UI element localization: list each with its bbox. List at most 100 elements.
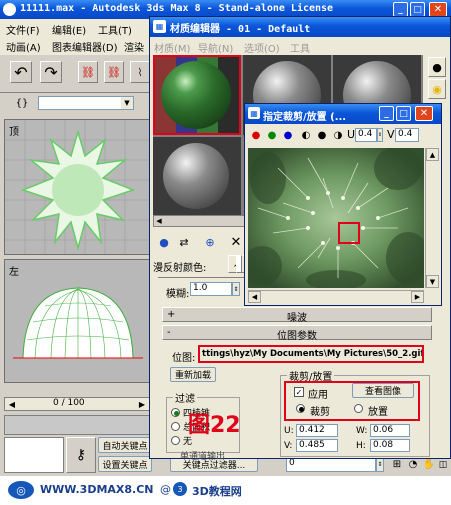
pan-icon[interactable]: ✋: [422, 457, 436, 472]
menu-tools[interactable]: 工具(T): [98, 22, 132, 37]
filter-pyramidal-radio[interactable]: [171, 408, 180, 417]
bind-space-warp-icon[interactable]: ⌇: [130, 61, 150, 83]
sample-slots-scrollbar[interactable]: ◀: [153, 215, 249, 227]
w-field[interactable]: 0.06: [370, 424, 410, 437]
bitmap-params-rollout[interactable]: - 位图参数: [162, 325, 432, 342]
key-icon[interactable]: ⚷: [66, 437, 96, 473]
scroll-left-icon[interactable]: ◀: [154, 216, 164, 226]
noise-rollout[interactable]: + 噪波: [162, 307, 432, 324]
main-minimize-button[interactable]: _: [393, 2, 408, 17]
current-frame-field[interactable]: 0: [286, 457, 376, 472]
crop-minimize-button[interactable]: _: [379, 106, 394, 121]
crop-window-hscrollbar[interactable]: ◀ ▶: [248, 290, 424, 303]
main-maximize-button[interactable]: □: [410, 2, 425, 17]
set-key-button[interactable]: 设置关键点: [98, 456, 152, 472]
sample-slot-1[interactable]: [153, 55, 241, 135]
reset-map-icon[interactable]: ✕: [227, 233, 245, 251]
menu-animation[interactable]: 动画(A): [6, 39, 41, 54]
timeline-next-arrow-icon[interactable]: ▶: [136, 398, 148, 410]
crop-maximize-button[interactable]: □: [396, 106, 411, 121]
backlight-icon[interactable]: ◉: [428, 79, 446, 99]
sample-type-icon[interactable]: ●: [428, 57, 446, 77]
watermark-url: WWW.3DMAX8.CN: [40, 483, 154, 496]
crop-close-button[interactable]: ✕: [415, 106, 433, 121]
select-link-icon[interactable]: ⛓: [78, 61, 98, 83]
put-to-scene-icon[interactable]: ⇄: [175, 233, 193, 251]
filter-none-radio[interactable]: [171, 436, 180, 445]
figure-caption: 图22: [188, 413, 241, 438]
named-selection-icon[interactable]: {}: [10, 95, 34, 111]
blur-field[interactable]: 1.0: [190, 282, 232, 296]
me-menu-material[interactable]: 材质(M): [154, 40, 190, 55]
cactus-texture-image[interactable]: [248, 148, 424, 288]
get-material-icon[interactable]: ●: [155, 233, 173, 251]
track-bar[interactable]: [4, 415, 150, 435]
crop-v-field[interactable]: 0.4: [395, 128, 419, 142]
watermark-site-name: 3D教程网: [192, 485, 242, 498]
h-field[interactable]: 0.08: [370, 439, 410, 452]
crop-u-spinner-icon[interactable]: ⇕: [377, 128, 383, 142]
bitmap-label: 位图:: [172, 353, 196, 364]
material-editor-app-icon: ▦: [153, 20, 166, 33]
filter-summed-area-radio[interactable]: [171, 422, 180, 431]
reload-button[interactable]: 重新加载: [170, 367, 216, 382]
crop-region-marker[interactable]: [338, 222, 360, 244]
view-image-button[interactable]: 查看图像: [352, 383, 414, 398]
unlink-icon[interactable]: ⛓: [104, 61, 124, 83]
v-field[interactable]: 0.485: [296, 439, 338, 452]
main-close-button[interactable]: ✕: [429, 2, 447, 17]
crop-u-field[interactable]: 0.4: [355, 128, 377, 142]
site-logo-icon: ◎: [8, 481, 34, 499]
sample-slot-4[interactable]: [153, 137, 241, 215]
crop-u-label: U: [347, 128, 356, 141]
selection-dropdown[interactable]: ▼: [38, 96, 134, 110]
filter-group-label: 过滤: [173, 390, 197, 405]
watermark-strip: ◎ WWW.3DMAX8.CN @ 3 3D教程网: [0, 476, 451, 505]
place-radio[interactable]: [354, 404, 363, 413]
assign-to-selection-icon[interactable]: ⊕: [201, 233, 219, 251]
mono-channel-icon[interactable]: ●: [315, 128, 329, 142]
scroll-right-icon[interactable]: ▶: [411, 291, 424, 303]
contrast-icon[interactable]: ◑: [331, 128, 345, 142]
scroll-left-icon[interactable]: ◀: [248, 291, 261, 303]
bitmap-path-button[interactable]: ttings\hyz\My Documents\My Pictures\50_2…: [198, 345, 424, 363]
viewport-top[interactable]: 顶: [4, 119, 150, 255]
frame-spinner-icon[interactable]: ⇕: [376, 457, 384, 472]
maximize-viewport-icon[interactable]: ◫: [437, 457, 449, 472]
red-channel-icon[interactable]: ●: [249, 128, 263, 142]
crop-window-toolbar: ● ● ● ◐ ● ◑ U 0.4 ⇕ V 0.4: [245, 124, 441, 146]
blur-spinner-icon[interactable]: ⇕: [232, 282, 240, 296]
crop-place-window: ▦ 指定裁剪/放置 (... _ □ ✕ ● ● ● ◐ ● ◑ U 0.4 ⇕…: [244, 103, 442, 306]
redo-icon[interactable]: ↷: [40, 61, 62, 83]
blue-channel-icon[interactable]: ●: [281, 128, 295, 142]
alpha-channel-icon[interactable]: ◐: [299, 128, 313, 142]
scroll-down-icon[interactable]: ▼: [426, 275, 439, 288]
w-label: W:: [356, 426, 368, 436]
me-menu-navigation[interactable]: 导航(N): [198, 40, 233, 55]
timeline-prev-arrow-icon[interactable]: ◀: [6, 398, 18, 410]
menu-edit[interactable]: 编辑(E): [52, 22, 86, 37]
max-app-icon: [3, 3, 16, 16]
menu-rendering[interactable]: 渲染: [124, 39, 144, 54]
undo-icon[interactable]: ↶: [10, 61, 32, 83]
viewport-left[interactable]: 左: [4, 259, 150, 383]
auto-key-button[interactable]: 自动关键点: [98, 437, 152, 453]
time-config-icon[interactable]: ⊞: [390, 457, 404, 472]
menu-file[interactable]: 文件(F): [6, 22, 40, 37]
green-channel-icon[interactable]: ●: [265, 128, 279, 142]
map-name-field[interactable]: [236, 255, 242, 273]
menu-graph-editors[interactable]: 图表编辑器(D): [52, 39, 118, 54]
timeline-slider[interactable]: ◀ 0 / 100 ▶: [4, 397, 150, 411]
crop-radio[interactable]: [296, 404, 305, 413]
material-editor-title-bar: ▦ 材质编辑器 - 01 - Default: [150, 17, 450, 37]
u-field[interactable]: 0.412: [296, 424, 338, 437]
scroll-up-icon[interactable]: ▲: [426, 148, 439, 161]
crop-label: 裁剪: [310, 407, 330, 418]
mono-output-label: 单通道输出: [180, 452, 226, 462]
chevron-down-icon: ▼: [121, 97, 133, 109]
me-menu-options[interactable]: 选项(O): [244, 40, 280, 55]
me-menu-utilities[interactable]: 工具: [290, 40, 310, 55]
orbit-icon[interactable]: ◔: [406, 457, 420, 472]
crop-window-vscrollbar[interactable]: ▲ ▼: [425, 148, 439, 288]
apply-checkbox[interactable]: ✓: [294, 387, 304, 397]
